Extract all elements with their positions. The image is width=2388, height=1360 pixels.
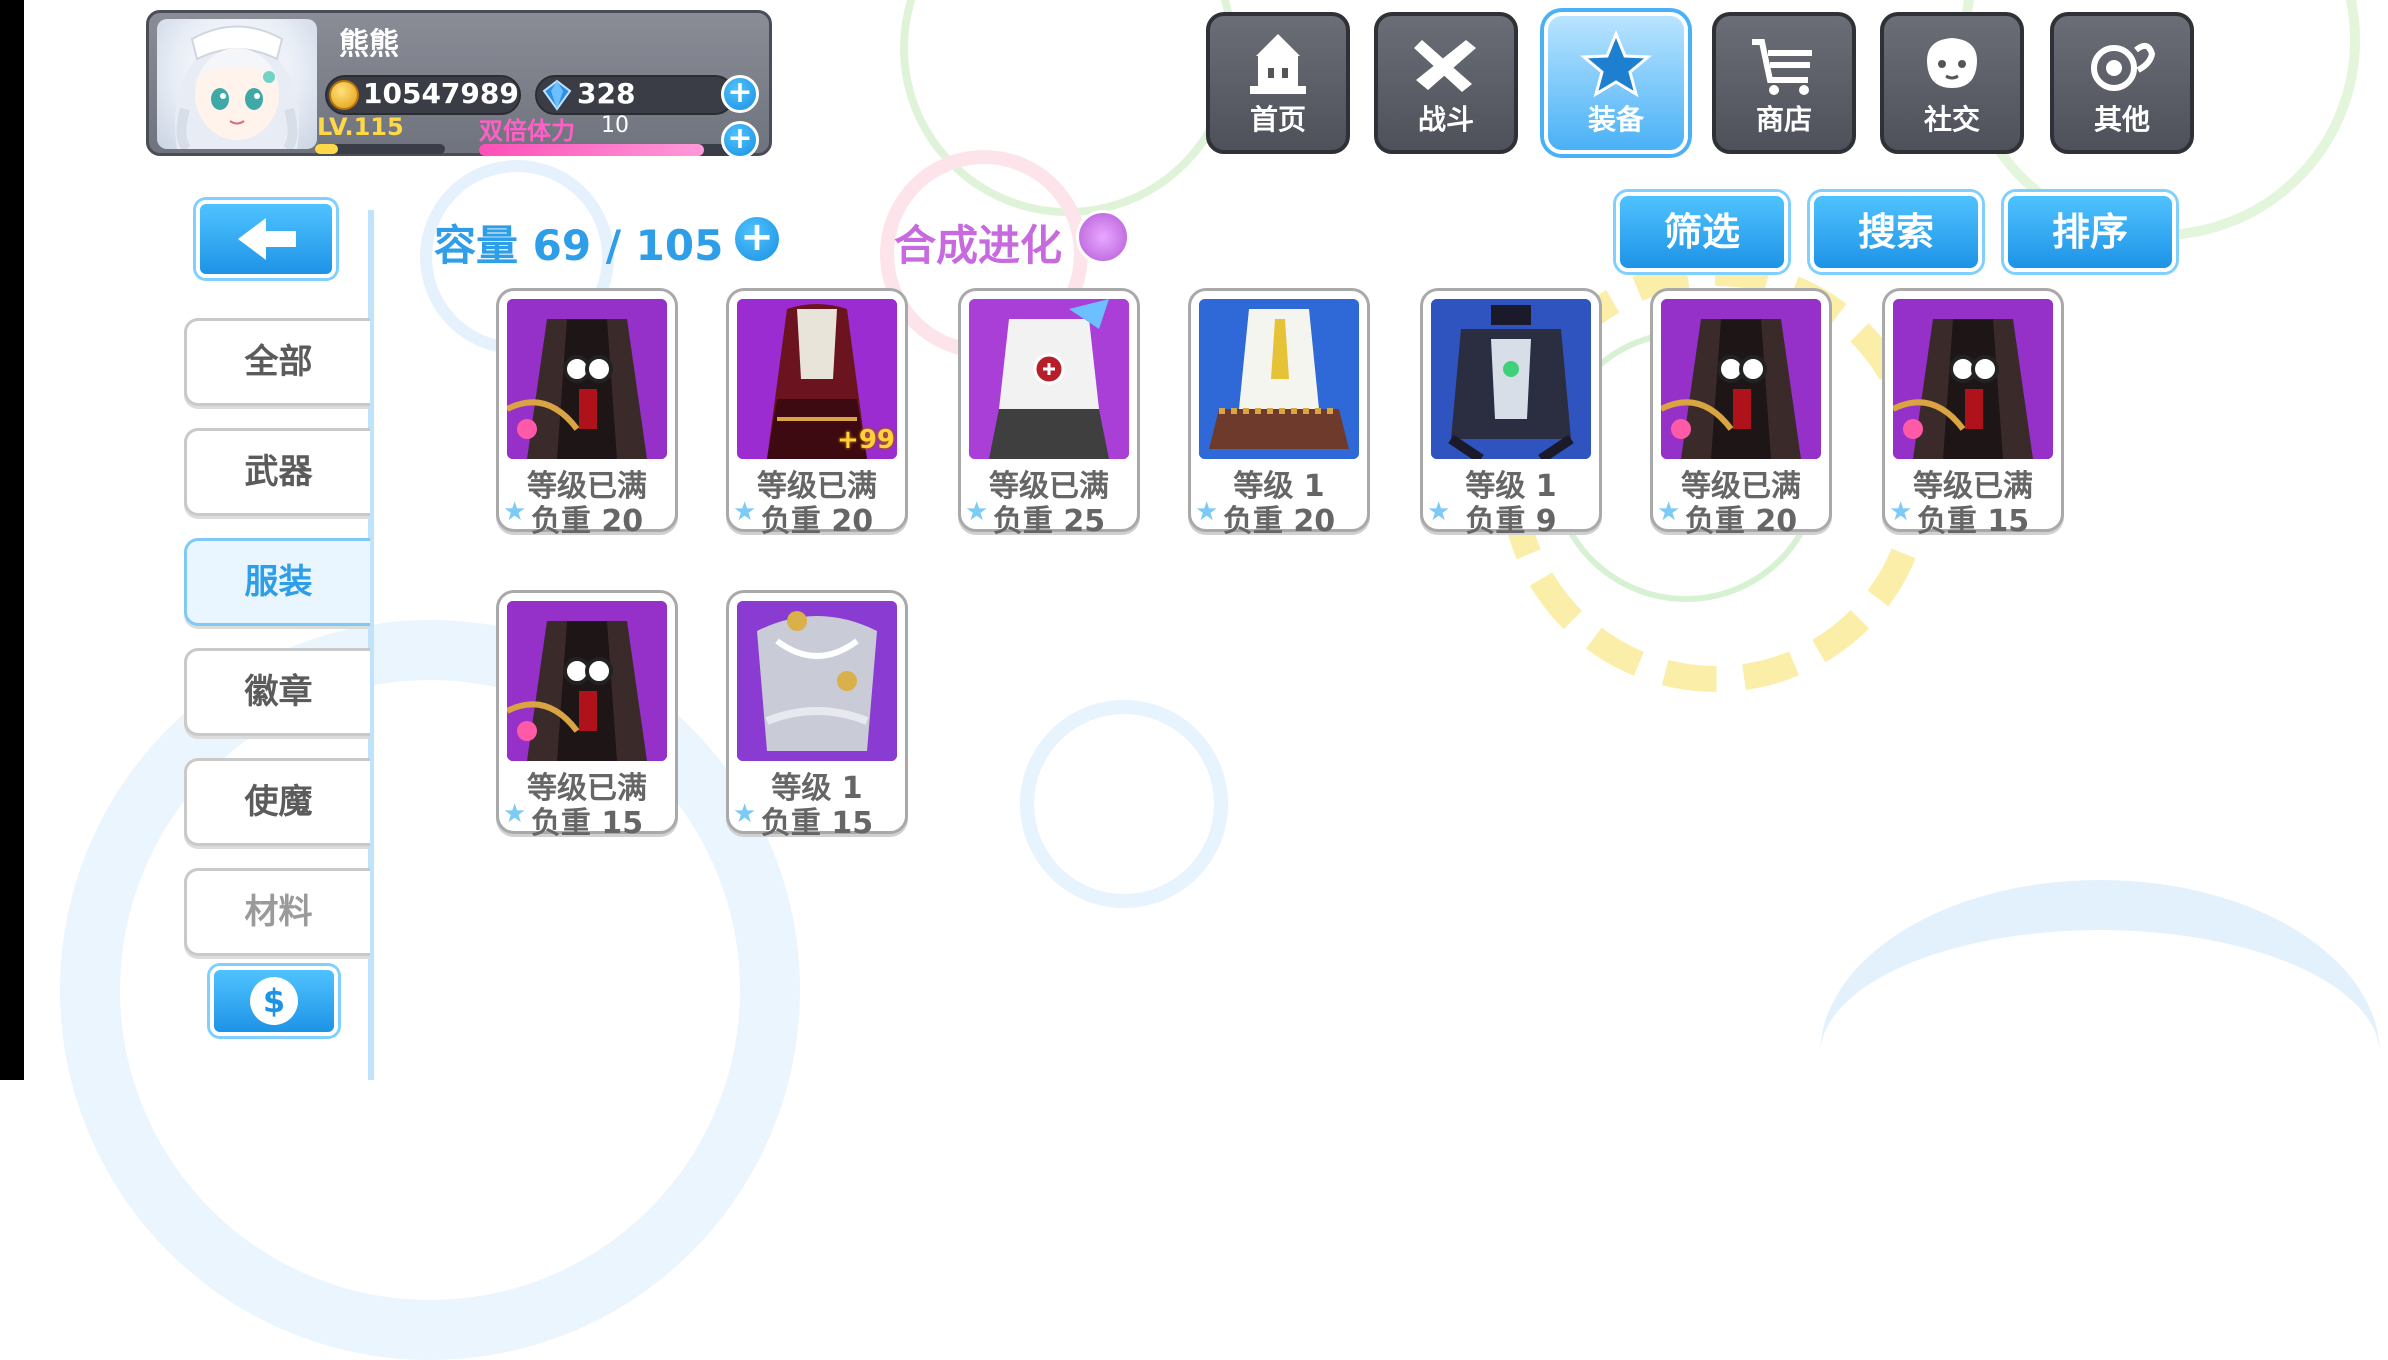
bg-arc bbox=[1820, 880, 2380, 1230]
player-level: LV.115 bbox=[317, 113, 404, 141]
add-stamina-button[interactable]: + bbox=[721, 121, 759, 159]
outfit-icon bbox=[969, 299, 1129, 459]
battle-icon bbox=[1414, 40, 1476, 92]
equipment-card[interactable]: ★ 等级 1 负重 15 bbox=[726, 590, 908, 841]
item-weight: 负重 9 bbox=[1465, 504, 1557, 539]
nav-label: 其他 bbox=[2093, 103, 2150, 136]
tab-clothing[interactable]: 服装 bbox=[184, 538, 370, 626]
nav-social[interactable]: 社交 bbox=[1880, 12, 2024, 154]
nav-label: 社交 bbox=[1923, 103, 1980, 136]
currency-button[interactable]: $ bbox=[210, 966, 338, 1036]
gem-icon bbox=[542, 79, 572, 111]
capacity-label: 容量 69 / 105 bbox=[434, 221, 724, 270]
stamina-fill bbox=[479, 144, 704, 156]
outfit-art bbox=[737, 601, 897, 761]
search-button[interactable]: 搜索 bbox=[1810, 192, 1982, 272]
item-weight: 负重 15 bbox=[530, 806, 644, 841]
nav-label: 装备 bbox=[1587, 103, 1644, 136]
nav-battle[interactable]: 战斗 bbox=[1374, 12, 1518, 154]
outfit-icon bbox=[737, 601, 897, 761]
stamina-bar bbox=[479, 144, 729, 156]
outfit-icon bbox=[1661, 299, 1821, 459]
item-weight: 负重 20 bbox=[1684, 504, 1798, 539]
nav-label: 战斗 bbox=[1417, 103, 1474, 136]
synthesis-icon[interactable] bbox=[1076, 210, 1130, 264]
equipment-card[interactable]: ★ 等级已满 负重 25 bbox=[958, 288, 1140, 539]
equipment-card[interactable]: ★ 等级已满 负重 15 bbox=[1882, 288, 2064, 539]
dollar-coin-icon: $ bbox=[250, 977, 298, 1025]
letterbox bbox=[0, 0, 24, 1080]
add-gems-button[interactable]: + bbox=[721, 75, 759, 113]
equipment-icon bbox=[1580, 30, 1652, 98]
tab-materials[interactable]: 材料 bbox=[184, 868, 370, 956]
player-name: 熊熊 bbox=[339, 27, 399, 62]
outfit-icon bbox=[1199, 299, 1359, 459]
nav-other[interactable]: 其他 bbox=[2050, 12, 2194, 154]
player-panel: 熊熊 10547989 328 + LV.115 双倍体力 10 + bbox=[146, 10, 772, 159]
expand-capacity-button[interactable]: + bbox=[732, 214, 782, 264]
outfit-art bbox=[1661, 299, 1821, 459]
home-icon bbox=[1250, 34, 1306, 94]
item-weight: 负重 20 bbox=[530, 504, 644, 539]
outfit-art: +99 bbox=[737, 299, 897, 459]
back-arrow-icon bbox=[238, 218, 296, 260]
outfit-art bbox=[969, 299, 1129, 459]
equipment-card[interactable]: +99 ★ 等级已满 负重 20 bbox=[726, 288, 908, 539]
stamina-label: 双倍体力 bbox=[479, 117, 575, 145]
outfit-art bbox=[1431, 299, 1591, 459]
nav-shop[interactable]: 商店 bbox=[1712, 12, 1856, 154]
avatar[interactable] bbox=[157, 19, 317, 149]
avatar-portrait bbox=[175, 25, 299, 149]
equipment-card[interactable]: ★ 等级已满 负重 20 bbox=[496, 288, 678, 539]
svg-text:$: $ bbox=[263, 982, 285, 1020]
filter-button[interactable]: 筛选 bbox=[1616, 192, 1788, 272]
exp-bar bbox=[315, 144, 445, 154]
outfit-art bbox=[1199, 299, 1359, 459]
equipment-card[interactable]: ★ 等级已满 负重 15 bbox=[496, 590, 678, 841]
gold-amount: 10547989 bbox=[363, 77, 519, 110]
nav-equipment[interactable]: 装备 bbox=[1544, 12, 1688, 154]
equipment-card[interactable]: ★ 等级 1 负重 20 bbox=[1188, 288, 1370, 539]
item-weight: 负重 20 bbox=[1222, 504, 1336, 539]
bg-ring bbox=[1020, 700, 1228, 908]
tab-familiars[interactable]: 使魔 bbox=[184, 758, 370, 846]
social-icon bbox=[1927, 38, 1977, 88]
equipment-card[interactable]: ★ 等级已满 负重 20 bbox=[1650, 288, 1832, 539]
outfit-art bbox=[507, 299, 667, 459]
stack-badge: +99 bbox=[837, 425, 895, 455]
synthesis-label[interactable]: 合成进化 bbox=[894, 212, 1062, 273]
gem-amount: 328 bbox=[577, 77, 636, 110]
outfit-icon bbox=[1893, 299, 2053, 459]
item-weight: 负重 15 bbox=[1916, 504, 2030, 539]
item-weight: 负重 20 bbox=[760, 504, 874, 539]
outfit-art bbox=[507, 601, 667, 761]
equipment-card[interactable]: ★ 等级 1 负重 9 bbox=[1420, 288, 1602, 539]
coin-icon bbox=[329, 80, 359, 110]
bg-ring bbox=[60, 620, 800, 1360]
nav-home[interactable]: 首页 bbox=[1206, 12, 1350, 154]
outfit-icon bbox=[507, 299, 667, 459]
item-weight: 负重 25 bbox=[992, 504, 1106, 539]
outfit-icon bbox=[507, 601, 667, 761]
nav-label: 商店 bbox=[1755, 103, 1812, 136]
shop-icon bbox=[1752, 39, 1812, 95]
tab-badges[interactable]: 徽章 bbox=[184, 648, 370, 736]
tab-weapons[interactable]: 武器 bbox=[184, 428, 370, 516]
stamina-value: 10 bbox=[601, 113, 629, 138]
other-icon bbox=[2091, 42, 2156, 91]
back-button[interactable] bbox=[196, 200, 336, 278]
tab-all[interactable]: 全部 bbox=[184, 318, 370, 406]
outfit-icon bbox=[1431, 299, 1591, 459]
item-weight: 负重 15 bbox=[760, 806, 874, 841]
bg-ring bbox=[900, 0, 1236, 216]
sort-button[interactable]: 排序 bbox=[2004, 192, 2176, 272]
nav-label: 首页 bbox=[1249, 103, 1306, 136]
exp-fill bbox=[315, 144, 339, 154]
outfit-art bbox=[1893, 299, 2053, 459]
